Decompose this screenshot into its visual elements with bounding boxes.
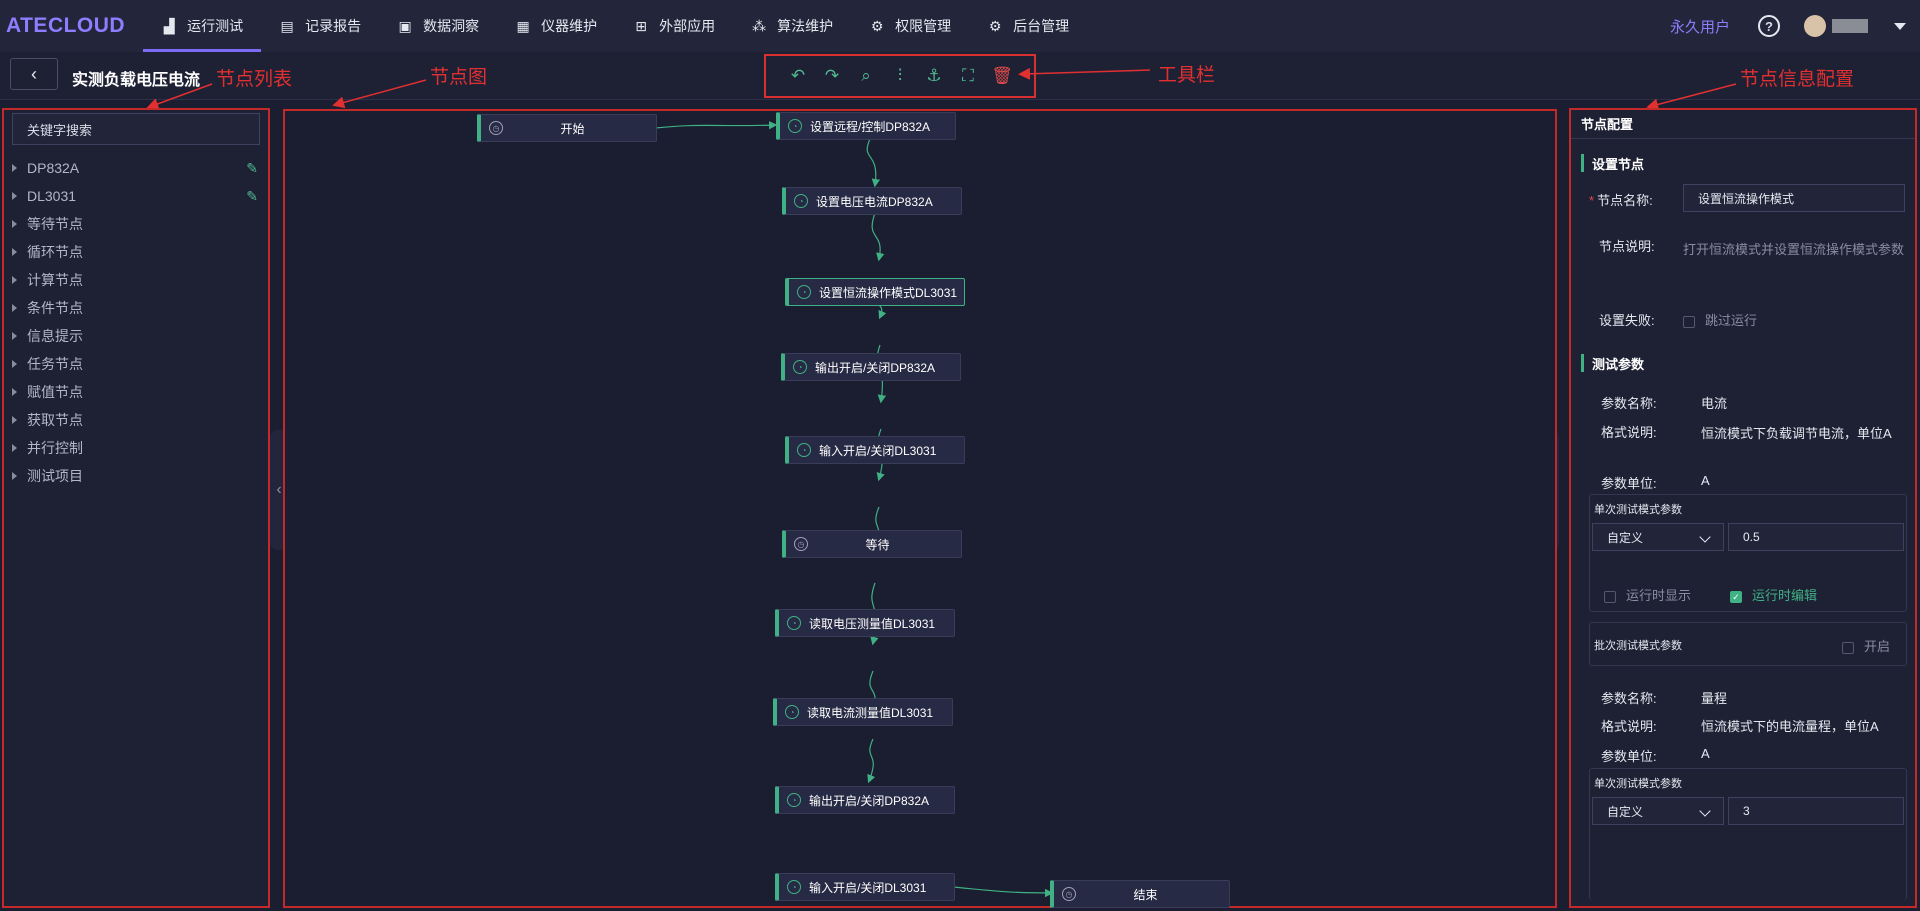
graph-node-start[interactable]: ◷ 开始 xyxy=(477,114,657,142)
batch-test-box: 批次测试模式参数 开启 xyxy=(1589,622,1907,666)
caret-right-icon xyxy=(12,416,17,424)
gauge-icon: ◔ xyxy=(787,793,801,807)
gauge-icon: ◔ xyxy=(788,119,802,133)
checkbox[interactable] xyxy=(1604,590,1616,603)
param2-format-value: 恒流模式下的电流量程，单位A xyxy=(1701,719,1879,734)
batch-enable-checkbox[interactable]: 开启 xyxy=(1842,636,1890,655)
clock-icon: ◷ xyxy=(489,121,503,135)
param2-unit-value: A xyxy=(1701,746,1710,761)
gauge-icon: ◔ xyxy=(797,443,811,457)
graph-node-read-voltage[interactable]: ◔ 读取电压测量值DL3031 xyxy=(775,609,955,637)
gauge-icon: ◔ xyxy=(787,616,801,630)
check-icon[interactable]: ✓ xyxy=(1730,590,1742,603)
graph-node-set-voltage-current[interactable]: ◔ 设置电压电流DP832A xyxy=(782,187,962,215)
gauge-icon: ◔ xyxy=(794,194,808,208)
skip-run-checkbox[interactable]: 跳过运行 xyxy=(1683,310,1757,329)
edit-icon[interactable]: ✎ xyxy=(246,160,258,177)
section-test-params: 测试参数 xyxy=(1581,354,1644,372)
graph-node-output-toggle-1[interactable]: ◔ 输出开启/关闭DP832A xyxy=(781,353,961,381)
chevron-down-icon xyxy=(1699,805,1711,817)
tree-item-dl3031[interactable]: DL3031 ✎ xyxy=(12,186,262,206)
tree-item-loop[interactable]: 循环节点 xyxy=(12,242,262,262)
mode-select-2[interactable]: 自定义 xyxy=(1592,797,1724,825)
checkbox[interactable] xyxy=(1842,641,1854,654)
single-test-box-2: 单次测试模式参数 自定义 3 xyxy=(1589,768,1907,900)
section-set-node: 设置节点 xyxy=(1581,154,1644,172)
param-value-input[interactable]: 0.5 xyxy=(1728,523,1904,551)
tree-item-wait[interactable]: 等待节点 xyxy=(12,214,262,234)
show-at-runtime-checkbox[interactable]: 运行时显示 xyxy=(1604,585,1691,604)
param-name-label: 参数名称: xyxy=(1601,396,1657,411)
required-mark: * xyxy=(1589,193,1595,208)
node-config-panel: 节点配置 设置节点 * 节点名称: 设置恒流操作模式 节点说明: 打开恒流模式并设… xyxy=(1569,108,1917,908)
param2-name-label: 参数名称: xyxy=(1601,691,1657,706)
param-value-input-2[interactable]: 3 xyxy=(1728,797,1904,825)
tree-item-parallel[interactable]: 并行控制 xyxy=(12,438,262,458)
caret-right-icon xyxy=(12,192,17,200)
single-test-title-2: 单次测试模式参数 xyxy=(1594,778,1682,790)
single-test-box: 单次测试模式参数 自定义 0.5 运行时显示 ✓ 运行时编辑 xyxy=(1589,494,1907,612)
divider xyxy=(1571,138,1915,139)
param2-name-value: 量程 xyxy=(1701,691,1728,706)
graph-node-output-toggle-2[interactable]: ◔ 输出开启/关闭DP832A xyxy=(775,786,955,814)
clock-icon: ◷ xyxy=(794,537,808,551)
search-input[interactable]: 关键字搜索 xyxy=(12,113,260,145)
node-graph-canvas[interactable]: ◷ 开始 ◔ 设置远程/控制DP832A ◔ 设置电压电流DP832A ◔ 设置恒流操作… xyxy=(283,109,1557,908)
tree-item-dp832a[interactable]: DP832A ✎ xyxy=(12,158,262,178)
graph-node-read-current[interactable]: ◔ 读取电流测量值DL3031 xyxy=(773,698,953,726)
gauge-icon: ◔ xyxy=(787,880,801,894)
graph-node-wait[interactable]: ◷ 等待 xyxy=(782,530,962,558)
param-name-value: 电流 xyxy=(1701,396,1728,411)
fail-label: 设置失败: xyxy=(1599,313,1655,328)
gauge-icon: ◔ xyxy=(785,705,799,719)
tree-item-assign[interactable]: 赋值节点 xyxy=(12,382,262,402)
node-desc-label: 节点说明: xyxy=(1599,239,1655,254)
caret-right-icon xyxy=(12,220,17,228)
caret-right-icon xyxy=(12,388,17,396)
checkbox[interactable] xyxy=(1683,315,1695,328)
caret-right-icon xyxy=(12,248,17,256)
edit-icon[interactable]: ✎ xyxy=(246,188,258,205)
graph-node-set-remote[interactable]: ◔ 设置远程/控制DP832A xyxy=(776,112,956,140)
mode-select[interactable]: 自定义 xyxy=(1592,523,1724,551)
graph-node-set-cc-mode[interactable]: ◔ 设置恒流操作模式DL3031 xyxy=(785,278,965,306)
tree-item-info[interactable]: 信息提示 xyxy=(12,326,262,346)
param2-format-label: 格式说明: xyxy=(1601,719,1657,734)
graph-node-input-toggle-2[interactable]: ◔ 输入开启/关闭DL3031 xyxy=(775,873,955,901)
graph-node-input-toggle-1[interactable]: ◔ 输入开启/关闭DL3031 xyxy=(785,436,965,464)
chevron-down-icon xyxy=(1699,531,1711,543)
caret-right-icon xyxy=(12,444,17,452)
chevron-left-icon: ‹ xyxy=(276,481,282,498)
annotation-arrows xyxy=(146,67,1737,111)
caret-right-icon xyxy=(12,472,17,480)
param-unit-value: A xyxy=(1701,473,1710,488)
tree-item-test-project[interactable]: 测试项目 xyxy=(12,466,262,486)
config-title: 节点配置 xyxy=(1581,117,1634,132)
caret-right-icon xyxy=(12,164,17,172)
gauge-icon: ◔ xyxy=(793,360,807,374)
batch-test-title: 批次测试模式参数 xyxy=(1594,640,1682,652)
caret-right-icon xyxy=(12,276,17,284)
tree-item-get[interactable]: 获取节点 xyxy=(12,410,262,430)
edit-at-runtime-checkbox[interactable]: ✓ 运行时编辑 xyxy=(1730,585,1817,604)
node-list-panel: 关键字搜索 DP832A ✎ DL3031 ✎ 等待节点 循环节点 计算节点 条件节… xyxy=(2,108,270,908)
param-format-value: 恒流模式下负载调节电流，单位A xyxy=(1701,426,1892,441)
tree-item-calc[interactable]: 计算节点 xyxy=(12,270,262,290)
param-format-label: 格式说明: xyxy=(1601,425,1657,440)
node-desc-value: 打开恒流模式并设置恒流操作模式参数 xyxy=(1683,242,1905,257)
param2-unit-label: 参数单位: xyxy=(1601,749,1657,764)
tree-item-condition[interactable]: 条件节点 xyxy=(12,298,262,318)
node-name-label: * 节点名称: xyxy=(1589,193,1653,208)
tree-item-task[interactable]: 任务节点 xyxy=(12,354,262,374)
param-unit-label: 参数单位: xyxy=(1601,476,1657,491)
caret-right-icon xyxy=(12,360,17,368)
graph-node-end[interactable]: ◷ 结束 xyxy=(1050,880,1230,908)
node-name-input[interactable]: 设置恒流操作模式 xyxy=(1683,184,1905,212)
single-test-title: 单次测试模式参数 xyxy=(1594,504,1682,516)
caret-right-icon xyxy=(12,332,17,340)
gauge-icon: ◔ xyxy=(797,285,811,299)
caret-right-icon xyxy=(12,304,17,312)
clock-icon: ◷ xyxy=(1062,887,1076,901)
